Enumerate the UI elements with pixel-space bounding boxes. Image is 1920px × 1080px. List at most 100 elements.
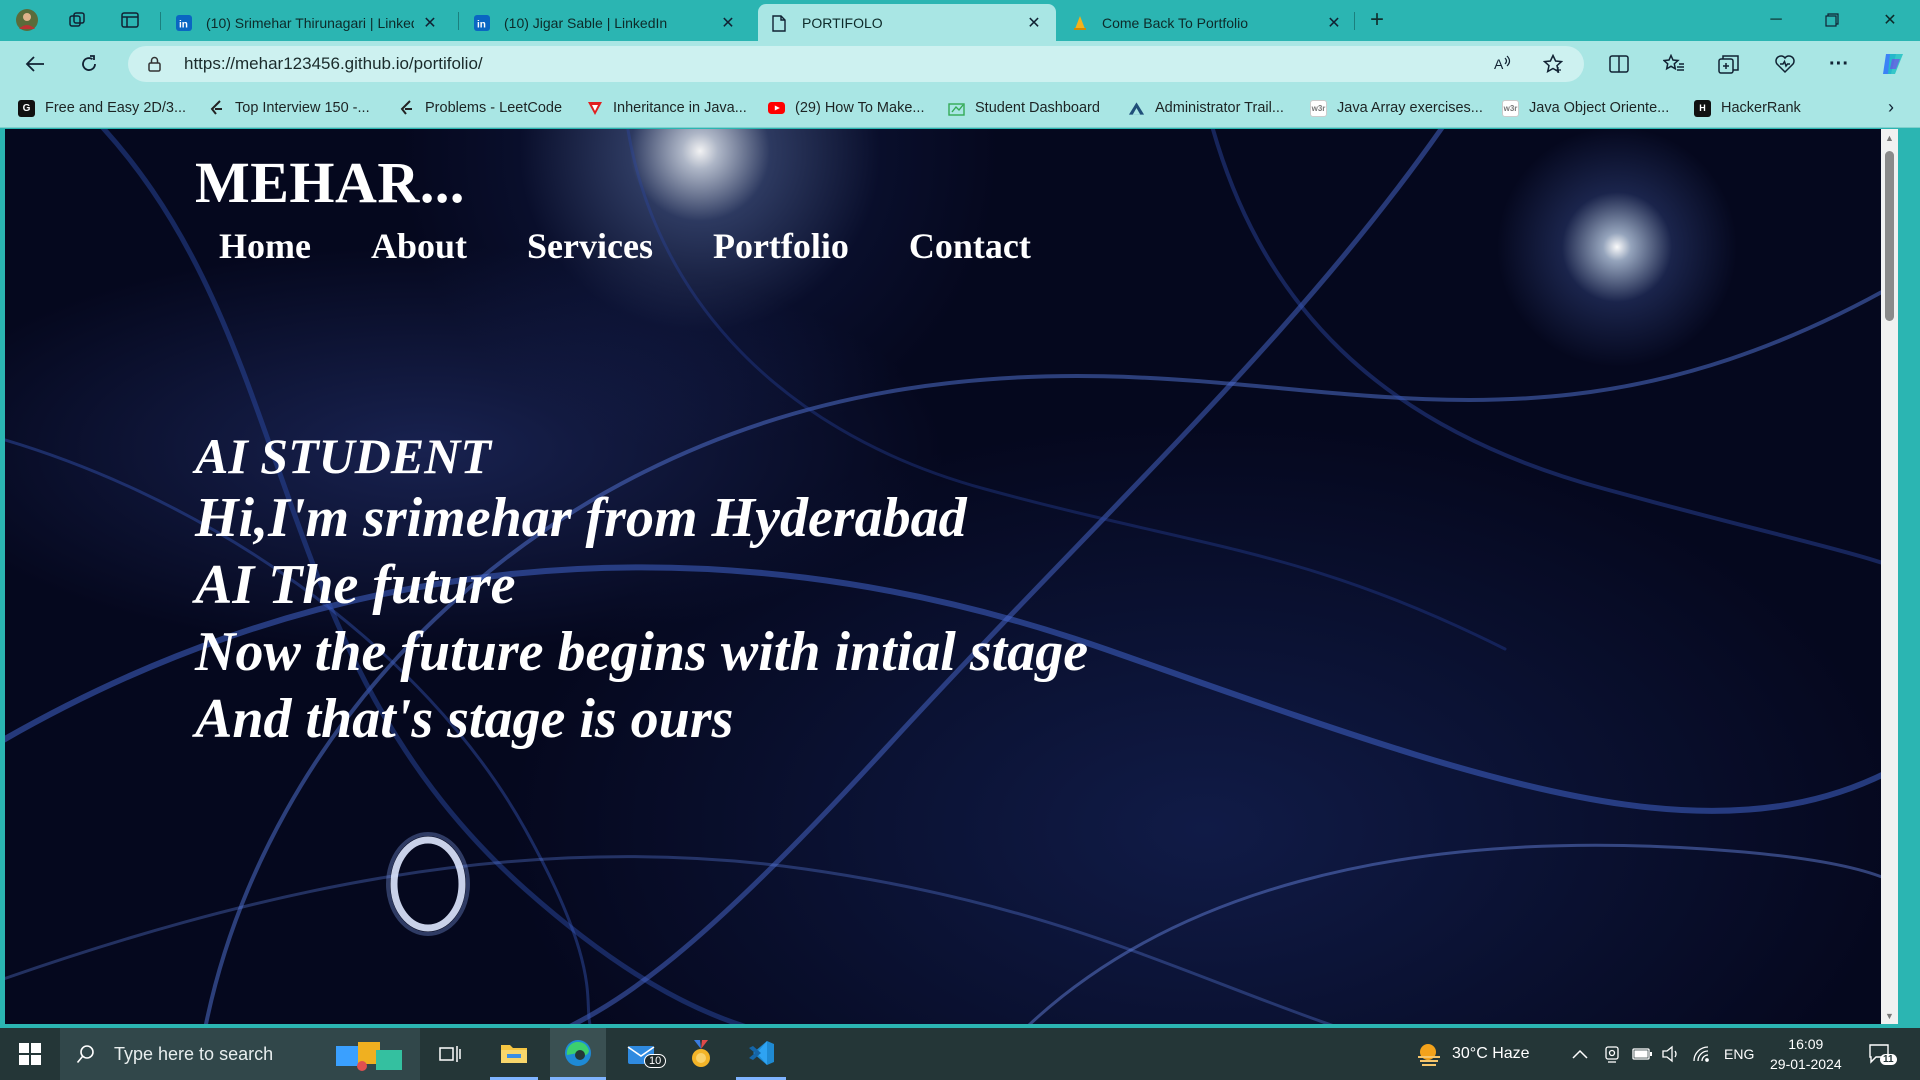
battery-icon[interactable] bbox=[1632, 1028, 1652, 1080]
nav-link-about[interactable]: About bbox=[371, 225, 467, 267]
clock-time: 16:09 bbox=[1788, 1036, 1824, 1052]
cone-icon bbox=[1072, 15, 1088, 31]
browser-tab-strip: in (10) Srimehar Thirunagari | LinkedIn … bbox=[0, 0, 1920, 41]
tab-actions-icon[interactable] bbox=[115, 6, 145, 34]
nav-link-home[interactable]: Home bbox=[219, 225, 311, 267]
mail-badge: 10 bbox=[644, 1054, 667, 1068]
linkedin-icon: in bbox=[474, 14, 490, 31]
copilot-icon[interactable] bbox=[1876, 48, 1910, 80]
tab-linkedin-srimehar[interactable]: in (10) Srimehar Thirunagari | LinkedIn … bbox=[162, 4, 452, 41]
close-window-icon[interactable]: ✕ bbox=[1862, 0, 1918, 40]
nav-link-contact[interactable]: Contact bbox=[909, 225, 1031, 267]
bookmarks-bar: G Free and Easy 2D/3... Top Interview 15… bbox=[0, 87, 1920, 128]
bookmark-label: (29) How To Make... bbox=[795, 100, 925, 116]
bookmark-label: Java Object Oriente... bbox=[1529, 100, 1670, 116]
bookmark-item[interactable]: Problems - LeetCode bbox=[398, 97, 562, 119]
svg-text:in: in bbox=[179, 19, 188, 30]
trailhead-icon bbox=[1128, 100, 1145, 117]
bookmark-label: Administrator Trail... bbox=[1155, 100, 1284, 116]
taskbar-search[interactable]: Type here to search bbox=[60, 1028, 420, 1080]
page-viewport: MEHAR... Home About Services Portfolio C… bbox=[5, 129, 1898, 1024]
bookmark-item[interactable]: H HackerRank bbox=[1694, 97, 1801, 119]
tab-portifolo[interactable]: PORTIFOLO ✕ bbox=[758, 4, 1056, 41]
vscode-icon[interactable] bbox=[736, 1028, 786, 1080]
show-hidden-icons-icon[interactable] bbox=[1572, 1028, 1588, 1080]
bookmark-label: Inheritance in Java... bbox=[613, 100, 747, 116]
minimize-icon[interactable]: ─ bbox=[1748, 0, 1804, 40]
page-icon bbox=[772, 14, 788, 32]
edge-browser-icon[interactable] bbox=[550, 1028, 606, 1080]
bookmark-label: Top Interview 150 -... bbox=[235, 100, 370, 116]
hero-line: AI The future bbox=[195, 554, 516, 616]
address-bar[interactable]: https://mehar123456.github.io/portifolio… bbox=[128, 46, 1584, 82]
task-view-icon[interactable] bbox=[430, 1028, 470, 1080]
w3r-icon: w3r bbox=[1502, 99, 1519, 117]
nav-link-portfolio[interactable]: Portfolio bbox=[713, 225, 849, 267]
tab-title: Come Back To Portfolio bbox=[1102, 14, 1249, 31]
scroll-up-icon[interactable]: ▲ bbox=[1881, 129, 1898, 146]
bookmark-item[interactable]: w3r Java Object Oriente... bbox=[1502, 97, 1669, 119]
restore-icon[interactable] bbox=[1804, 0, 1860, 40]
weather-haze-icon bbox=[1414, 1041, 1444, 1067]
more-options-icon[interactable]: ··· bbox=[1822, 48, 1856, 80]
linkedin-icon: in bbox=[176, 14, 192, 31]
page-scrollbar[interactable]: ▲ ▼ bbox=[1881, 129, 1898, 1024]
bookmark-label: Problems - LeetCode bbox=[425, 100, 563, 116]
profile-avatar-icon[interactable] bbox=[12, 6, 42, 34]
browser-toolbar: https://mehar123456.github.io/portifolio… bbox=[0, 41, 1920, 87]
bookmark-item[interactable]: Top Interview 150 -... bbox=[208, 97, 370, 119]
lock-icon[interactable] bbox=[146, 55, 162, 73]
bookmark-item[interactable]: Student Dashboard bbox=[948, 97, 1100, 119]
wifi-icon[interactable] bbox=[1692, 1028, 1712, 1080]
collections-icon[interactable] bbox=[1712, 48, 1746, 80]
notification-count: 11 bbox=[1880, 1054, 1897, 1065]
close-tab-icon[interactable]: ✕ bbox=[422, 13, 438, 33]
bookmark-label: Student Dashboard bbox=[975, 100, 1100, 116]
favorite-star-icon[interactable] bbox=[1538, 50, 1568, 78]
bookmark-item[interactable]: Administrator Trail... bbox=[1128, 97, 1284, 119]
hero-tagline: AI STUDENT bbox=[195, 428, 491, 484]
new-tab-icon[interactable]: + bbox=[1362, 6, 1392, 34]
tab-come-back-to-portfolio[interactable]: Come Back To Portfolio ✕ bbox=[1058, 4, 1356, 41]
close-tab-icon[interactable]: ✕ bbox=[1026, 13, 1042, 33]
refresh-icon[interactable] bbox=[72, 48, 106, 80]
favorites-icon[interactable] bbox=[1657, 48, 1691, 80]
bookmark-item[interactable]: (29) How To Make... bbox=[768, 97, 924, 119]
svg-text:A: A bbox=[1494, 56, 1504, 72]
svg-text:in: in bbox=[477, 19, 486, 30]
workspaces-icon[interactable] bbox=[62, 6, 92, 34]
weather-widget[interactable]: 30°C Haze bbox=[1414, 1028, 1530, 1080]
language-indicator[interactable]: ENG bbox=[1724, 1028, 1754, 1080]
weather-text: 30°C Haze bbox=[1452, 1045, 1530, 1062]
medal-app-icon[interactable] bbox=[676, 1028, 726, 1080]
browser-essentials-icon[interactable] bbox=[1768, 48, 1802, 80]
bookmark-item[interactable]: w3r Java Array exercises... bbox=[1310, 97, 1483, 119]
back-icon[interactable] bbox=[18, 48, 52, 80]
clock[interactable]: 16:09 29-01-2024 bbox=[1770, 1028, 1842, 1080]
notification-center-icon[interactable]: 11 bbox=[1868, 1028, 1897, 1080]
tab-title: PORTIFOLO bbox=[802, 14, 883, 31]
read-aloud-icon[interactable]: A bbox=[1488, 50, 1518, 78]
split-screen-icon[interactable] bbox=[1602, 48, 1636, 80]
bookmark-item[interactable]: G Free and Easy 2D/3... bbox=[18, 97, 186, 119]
chevron-right-icon[interactable]: › bbox=[1888, 97, 1894, 118]
meet-now-icon[interactable] bbox=[1603, 1028, 1621, 1080]
tab-linkedin-jigar[interactable]: in (10) Jigar Sable | LinkedIn ✕ bbox=[460, 4, 750, 41]
tab-title: (10) Jigar Sable | LinkedIn bbox=[504, 14, 668, 31]
javatpoint-icon bbox=[586, 100, 603, 117]
file-explorer-icon[interactable] bbox=[490, 1028, 538, 1080]
site-logo[interactable]: MEHAR... bbox=[195, 149, 465, 216]
address-url[interactable]: https://mehar123456.github.io/portifolio… bbox=[184, 54, 483, 74]
close-tab-icon[interactable]: ✕ bbox=[1326, 13, 1342, 33]
scrollbar-thumb[interactable] bbox=[1885, 151, 1894, 321]
search-placeholder: Type here to search bbox=[114, 1043, 274, 1064]
scroll-down-icon[interactable]: ▼ bbox=[1881, 1007, 1898, 1024]
close-tab-icon[interactable]: ✕ bbox=[720, 13, 736, 33]
w3r-icon: w3r bbox=[1310, 99, 1327, 117]
windows-start-icon[interactable] bbox=[0, 1028, 60, 1080]
bookmark-item[interactable]: Inheritance in Java... bbox=[586, 97, 747, 119]
volume-icon[interactable] bbox=[1661, 1028, 1681, 1080]
tab-title: (10) Srimehar Thirunagari | LinkedIn bbox=[206, 14, 414, 31]
nav-link-services[interactable]: Services bbox=[527, 225, 653, 267]
mail-icon[interactable]: 10 bbox=[614, 1028, 670, 1080]
